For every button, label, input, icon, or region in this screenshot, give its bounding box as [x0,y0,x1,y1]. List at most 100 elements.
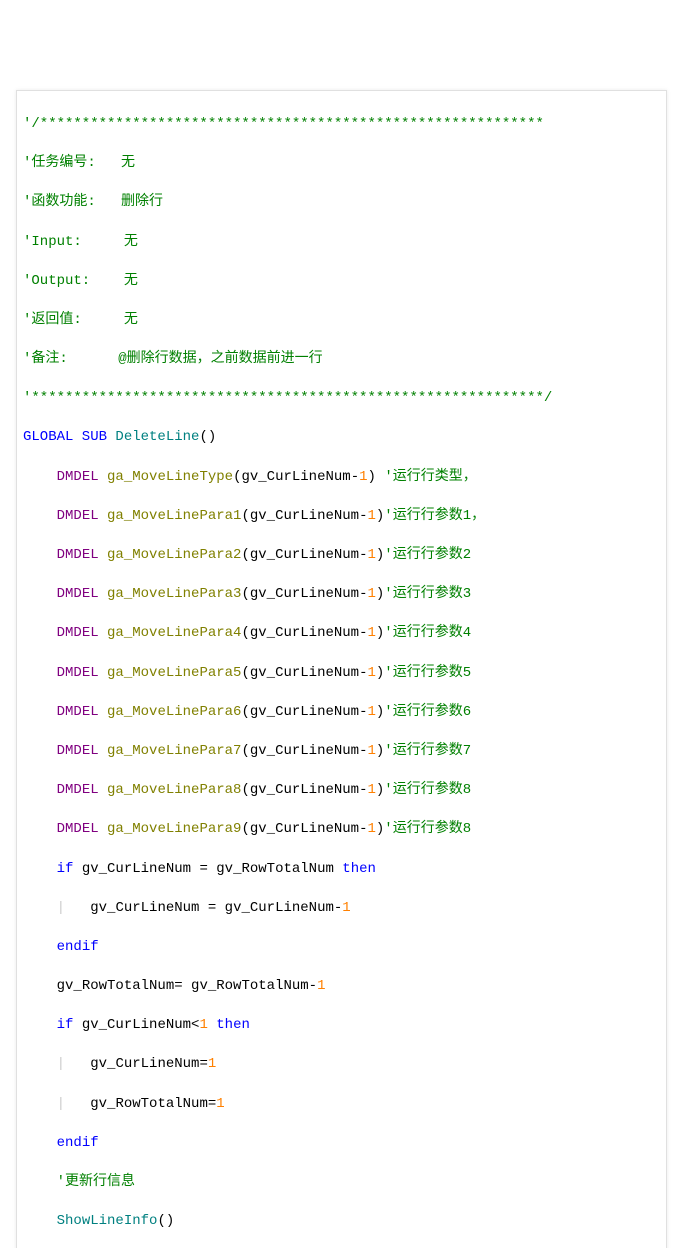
keyword-dmdel: DMDEL [57,625,99,641]
operator: = [208,900,216,916]
code-line: | gv_CurLineNum = gv_CurLineNum-1 [23,899,660,919]
keyword-dmdel: DMDEL [57,704,99,720]
operator: - [359,821,367,837]
comment: '运行行参数8 [384,782,471,798]
comment-label: '函数功能: [23,194,96,210]
keyword-dmdel: DMDEL [57,782,99,798]
number: 1 [367,547,375,563]
keyword-dmdel: DMDEL [57,547,99,563]
code-line: DMDEL ga_MoveLinePara2(gv_CurLineNum-1)'… [23,546,660,566]
keyword-dmdel: DMDEL [57,469,99,485]
code-line: '备注: @删除行数据，之前数据前进一行 [23,350,660,370]
comment-label: '备注: [23,351,68,367]
variable: gv_CurLineNum [90,1056,199,1072]
variable: gv_CurLineNum [241,469,350,485]
variable: gv_CurLineNum [250,665,359,681]
parens: () [157,1213,174,1229]
keyword-then: then [342,861,376,877]
comment: '运行行类型， [384,469,476,485]
comment-label: '返回值: [23,312,82,328]
variable: gv_CurLineNum [250,743,359,759]
variable: gv_CurLineNum [250,508,359,524]
array-name: ga_MoveLinePara3 [107,586,241,602]
comment-label: '任务编号: [23,155,96,171]
keyword-dmdel: DMDEL [57,508,99,524]
code-line: DMDEL ga_MoveLinePara1(gv_CurLineNum-1)'… [23,507,660,527]
code-line: '返回值: 无 [23,311,660,331]
number: 1 [342,900,350,916]
code-line: '/**************************************… [23,115,660,135]
sub-call: ShowLineInfo [57,1213,158,1229]
number: 1 [367,586,375,602]
comment: '更新行信息 [57,1174,135,1190]
operator: - [309,978,317,994]
sub-name: DeleteLine [115,429,199,445]
operator: = [174,978,182,994]
keyword-endif: endif [57,939,99,955]
number: 1 [367,508,375,524]
number: 1 [367,665,375,681]
number: 1 [367,743,375,759]
array-name: ga_MoveLinePara5 [107,665,241,681]
operator: - [359,625,367,641]
operator: = [199,1056,207,1072]
variable: gv_RowTotalNum [90,1096,208,1112]
code-line: DMDEL ga_MoveLinePara6(gv_CurLineNum-1)'… [23,703,660,723]
operator: - [359,665,367,681]
number: 1 [367,704,375,720]
comment-stars: '***************************************… [23,390,552,406]
variable: gv_RowTotalNum [216,861,334,877]
code-block: '/**************************************… [16,90,667,1248]
code-line: DMDEL ga_MoveLinePara4(gv_CurLineNum-1)'… [23,624,660,644]
variable: gv_CurLineNum [90,900,199,916]
parens: () [199,429,216,445]
code-line: | gv_RowTotalNum=1 [23,1095,660,1115]
variable: gv_RowTotalNum [191,978,309,994]
number: 1 [199,1017,207,1033]
comment-value: 无 [124,312,138,328]
comment: '运行行参数8 [384,821,471,837]
indent-guide: | [57,1096,65,1112]
number: 1 [367,821,375,837]
code-line: '任务编号: 无 [23,154,660,174]
code-line: | gv_CurLineNum=1 [23,1055,660,1075]
array-name: ga_MoveLinePara8 [107,782,241,798]
operator: - [351,469,359,485]
comment: '运行行参数2 [384,547,471,563]
code-line: GLOBAL SUB DeleteLine() [23,428,660,448]
operator: - [359,782,367,798]
comment-value: 无 [121,155,135,171]
operator: - [359,704,367,720]
array-name: ga_MoveLinePara4 [107,625,241,641]
array-name: ga_MoveLinePara6 [107,704,241,720]
array-name: ga_MoveLinePara7 [107,743,241,759]
comment-label: 'Output: [23,273,90,289]
keyword-if: if [57,1017,74,1033]
code-line: DMDEL ga_MoveLinePara3(gv_CurLineNum-1)'… [23,585,660,605]
number: 1 [367,782,375,798]
code-line: '***************************************… [23,389,660,409]
code-line: '更新行信息 [23,1173,660,1193]
number: 1 [367,625,375,641]
keyword-then: then [216,1017,250,1033]
number: 1 [317,978,325,994]
array-name: ga_MoveLinePara2 [107,547,241,563]
comment-stars: '/**************************************… [23,116,544,132]
comment-value: 无 [124,273,138,289]
number: 1 [359,469,367,485]
comment-label: 'Input: [23,234,82,250]
code-line: DMDEL ga_MoveLinePara7(gv_CurLineNum-1)'… [23,742,660,762]
keyword-endif: endif [57,1135,99,1151]
keyword-if: if [57,861,74,877]
variable: gv_CurLineNum [250,625,359,641]
code-line: endif [23,1134,660,1154]
code-line: if gv_CurLineNum<1 then [23,1016,660,1036]
array-name: ga_MoveLinePara9 [107,821,241,837]
variable: gv_CurLineNum [250,704,359,720]
variable: gv_CurLineNum [82,1017,191,1033]
keyword-dmdel: DMDEL [57,743,99,759]
comment: '运行行参数7 [384,743,471,759]
code-line: DMDEL ga_MoveLinePara5(gv_CurLineNum-1)'… [23,664,660,684]
array-name: ga_MoveLineType [107,469,233,485]
operator: - [334,900,342,916]
